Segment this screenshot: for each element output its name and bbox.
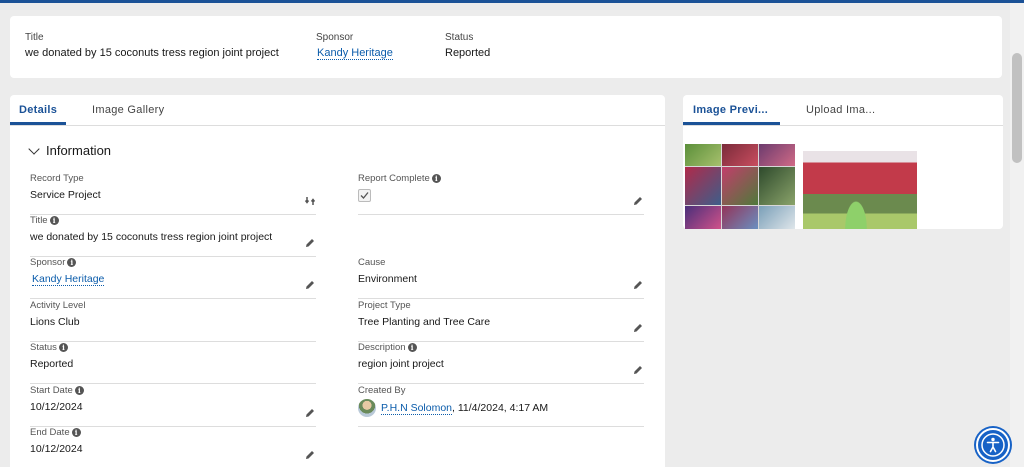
field-activity-level: Activity Level Lions Club bbox=[30, 300, 316, 342]
image-preview-card: Image Previ... Upload Ima... bbox=[683, 95, 1003, 229]
field-end-date: End Date i 10/12/2024 bbox=[30, 427, 316, 467]
edit-icon[interactable] bbox=[304, 407, 316, 419]
swap-record-type-icon[interactable] bbox=[304, 195, 316, 207]
field-title: Title i we donated by 15 coconuts tress r… bbox=[30, 215, 316, 257]
field-sponsor: Sponsor i Kandy Heritage bbox=[30, 257, 316, 299]
field-record-type: Record Type Service Project bbox=[30, 173, 316, 215]
image-thumbnail-planting[interactable] bbox=[803, 151, 917, 229]
field-label: Description bbox=[358, 342, 406, 353]
info-icon[interactable]: i bbox=[49, 216, 59, 225]
field-label: Start Date bbox=[30, 385, 73, 396]
field-label: Project Type bbox=[358, 300, 411, 311]
active-side-tab-indicator bbox=[683, 122, 780, 125]
edit-icon[interactable] bbox=[632, 279, 644, 291]
field-cause: Cause Environment bbox=[358, 257, 644, 299]
tab-details[interactable]: Details bbox=[19, 104, 57, 116]
details-card: Details Image Gallery Information Record… bbox=[10, 95, 665, 467]
info-icon[interactable]: i bbox=[431, 174, 441, 183]
scrollbar-thumb[interactable] bbox=[1012, 53, 1022, 163]
highlight-title-value: we donated by 15 coconuts tress region j… bbox=[25, 47, 279, 59]
info-icon[interactable]: i bbox=[58, 343, 68, 352]
top-accent-bar bbox=[0, 0, 1024, 3]
highlight-status-label: Status bbox=[445, 32, 474, 43]
field-value: Lions Club bbox=[30, 316, 80, 328]
field-label: Report Complete bbox=[358, 173, 430, 184]
field-start-date: Start Date i 10/12/2024 bbox=[30, 385, 316, 427]
field-label: Status bbox=[30, 342, 57, 353]
details-tabs: Details Image Gallery bbox=[10, 95, 665, 126]
accessibility-button[interactable] bbox=[976, 428, 1010, 462]
field-value: Tree Planting and Tree Care bbox=[358, 316, 491, 328]
sponsor-link[interactable]: Kandy Heritage bbox=[32, 273, 105, 286]
edit-icon[interactable] bbox=[304, 237, 316, 249]
chevron-down-icon bbox=[28, 142, 40, 155]
field-created-by: Created By P.H.N Solomon, 11/4/2024, 4:1… bbox=[358, 385, 644, 427]
highlight-status-value: Reported bbox=[445, 47, 491, 59]
field-label: Created By bbox=[358, 385, 406, 396]
field-value: 10/12/2024 bbox=[30, 443, 83, 455]
active-tab-indicator bbox=[10, 122, 66, 125]
field-status: Status i Reported bbox=[30, 342, 316, 384]
checkmark-icon bbox=[360, 192, 369, 199]
field-label: Record Type bbox=[30, 173, 84, 184]
record-highlights-panel: Title we donated by 15 coconuts tress re… bbox=[10, 16, 1002, 78]
info-icon[interactable]: i bbox=[74, 386, 84, 395]
created-by-user-link[interactable]: P.H.N Solomon bbox=[381, 401, 453, 415]
edit-icon[interactable] bbox=[304, 449, 316, 461]
field-value: Environment bbox=[358, 273, 417, 285]
field-label: End Date bbox=[30, 427, 70, 438]
tab-image-preview[interactable]: Image Previ... bbox=[693, 104, 768, 116]
tab-upload-image[interactable]: Upload Ima... bbox=[806, 104, 875, 116]
field-project-type: Project Type Tree Planting and Tree Care bbox=[358, 300, 644, 342]
highlight-sponsor: Sponsor Kandy Heritage bbox=[316, 32, 393, 60]
field-label: Sponsor bbox=[30, 257, 66, 268]
info-icon[interactable]: i bbox=[407, 343, 417, 352]
avatar bbox=[358, 399, 376, 417]
field-report-complete: Report Complete i bbox=[358, 173, 644, 215]
page-scrollbar[interactable] bbox=[1010, 3, 1024, 467]
field-value: region joint project bbox=[358, 358, 444, 370]
field-label: Cause bbox=[358, 257, 386, 268]
edit-icon[interactable] bbox=[632, 322, 644, 334]
report-complete-checkbox bbox=[358, 189, 371, 202]
highlight-sponsor-label: Sponsor bbox=[316, 32, 354, 43]
section-information-toggle[interactable]: Information bbox=[28, 142, 112, 158]
highlight-title-label: Title bbox=[25, 32, 44, 43]
edit-icon[interactable] bbox=[632, 364, 644, 376]
edit-icon[interactable] bbox=[304, 279, 316, 291]
field-label: Title bbox=[30, 215, 48, 226]
info-icon[interactable]: i bbox=[71, 428, 81, 437]
section-information-title: Information bbox=[46, 143, 112, 158]
created-by-datetime: , 11/4/2024, 4:17 AM bbox=[452, 401, 549, 414]
edit-icon[interactable] bbox=[632, 195, 644, 207]
field-value: 10/12/2024 bbox=[30, 401, 83, 413]
field-value: Service Project bbox=[30, 189, 101, 201]
highlight-sponsor-link[interactable]: Kandy Heritage bbox=[317, 47, 393, 60]
field-description: Description i region joint project bbox=[358, 342, 644, 384]
highlight-status: Status Reported bbox=[445, 32, 490, 59]
field-value: Reported bbox=[30, 358, 74, 370]
image-thumbnail-collage[interactable] bbox=[685, 144, 795, 229]
highlight-title: Title we donated by 15 coconuts tress re… bbox=[25, 32, 279, 59]
info-icon[interactable]: i bbox=[67, 258, 77, 267]
tab-image-gallery[interactable]: Image Gallery bbox=[92, 104, 164, 116]
field-value: we donated by 15 coconuts tress region j… bbox=[30, 231, 273, 243]
accessibility-icon bbox=[981, 433, 1005, 457]
field-label: Activity Level bbox=[30, 300, 86, 311]
